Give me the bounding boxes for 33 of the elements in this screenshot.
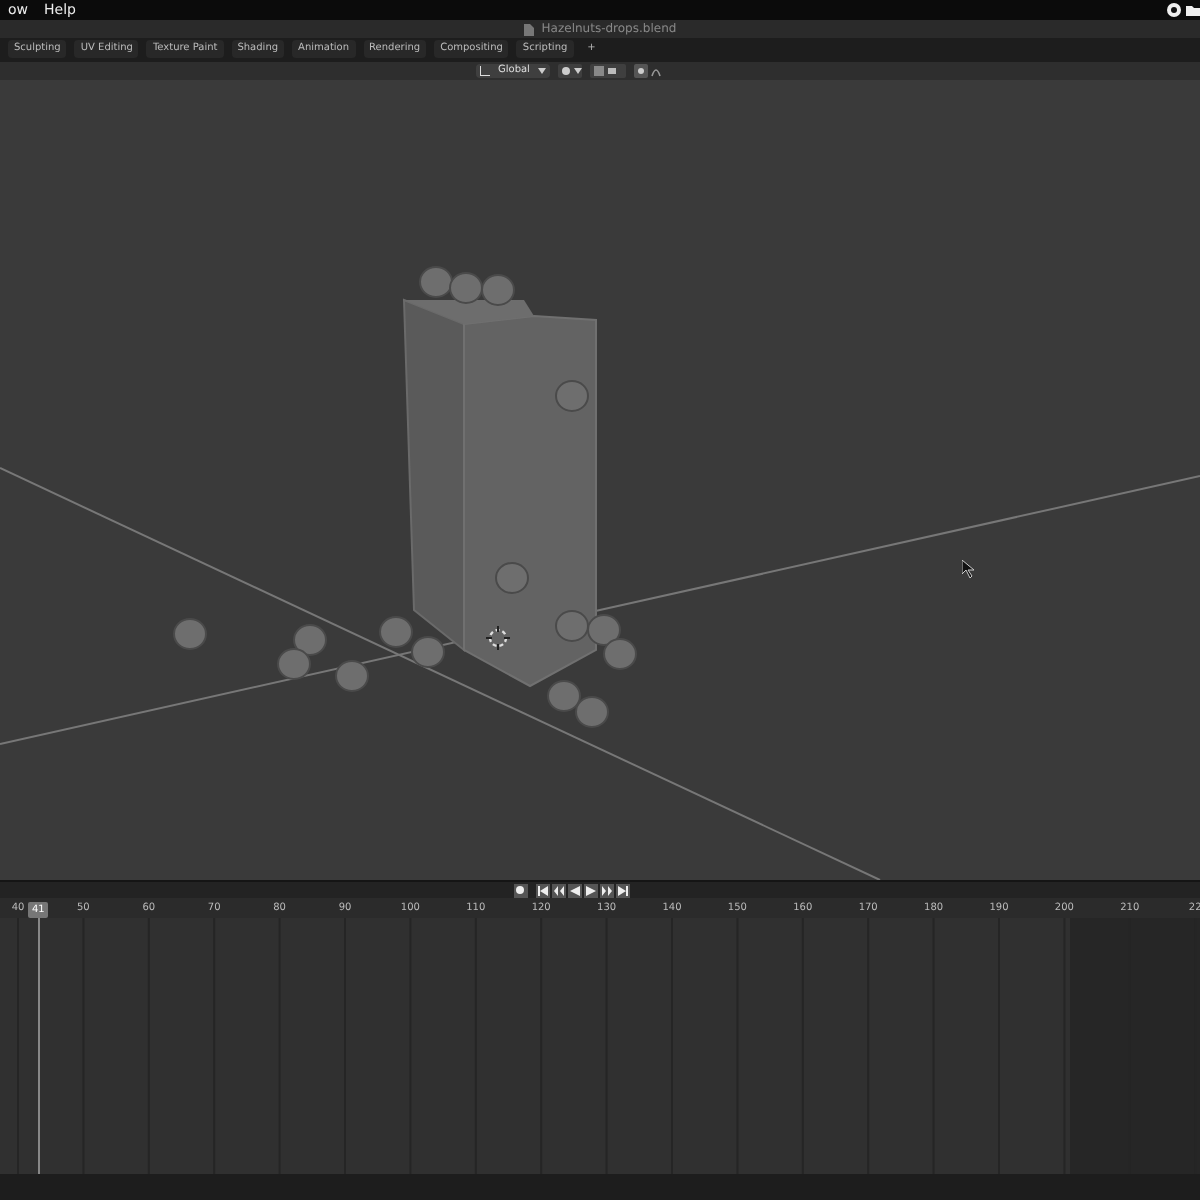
play-button[interactable] (584, 883, 598, 897)
mouse-pointer-icon (962, 560, 974, 578)
hazelnut (379, 616, 413, 648)
hazelnut (575, 696, 609, 728)
hazelnut (603, 638, 637, 670)
hazelnut (587, 614, 621, 646)
pivot-icon[interactable] (557, 64, 582, 78)
hazelnut (411, 636, 445, 668)
hazelnut (495, 562, 529, 594)
file-icon (523, 23, 534, 35)
record-icon[interactable] (1166, 2, 1182, 18)
caret-icon (537, 68, 546, 74)
hazelnut (277, 648, 311, 680)
jump-end-button[interactable] (616, 883, 630, 897)
hazelnut (335, 660, 369, 692)
axes-icon (480, 66, 490, 76)
hazelnut (481, 274, 515, 306)
hazelnut (449, 272, 483, 304)
hazelnut (555, 380, 589, 412)
jump-start-button[interactable] (536, 883, 550, 897)
hazelnut (419, 266, 453, 298)
play-reverse-button[interactable] (568, 883, 582, 897)
hazelnut (547, 680, 581, 712)
hazelnut (293, 624, 327, 656)
timeline-track-area[interactable] (0, 918, 1200, 1174)
3d-cursor-icon (486, 626, 510, 650)
snap-icon[interactable] (589, 64, 626, 78)
record-button[interactable] (513, 883, 527, 897)
next-keyframe-button[interactable] (600, 883, 614, 897)
previous-keyframe-button[interactable] (552, 883, 566, 897)
hazelnut (173, 618, 207, 650)
hazelnut (555, 610, 589, 642)
folder-icon[interactable] (1186, 4, 1200, 16)
